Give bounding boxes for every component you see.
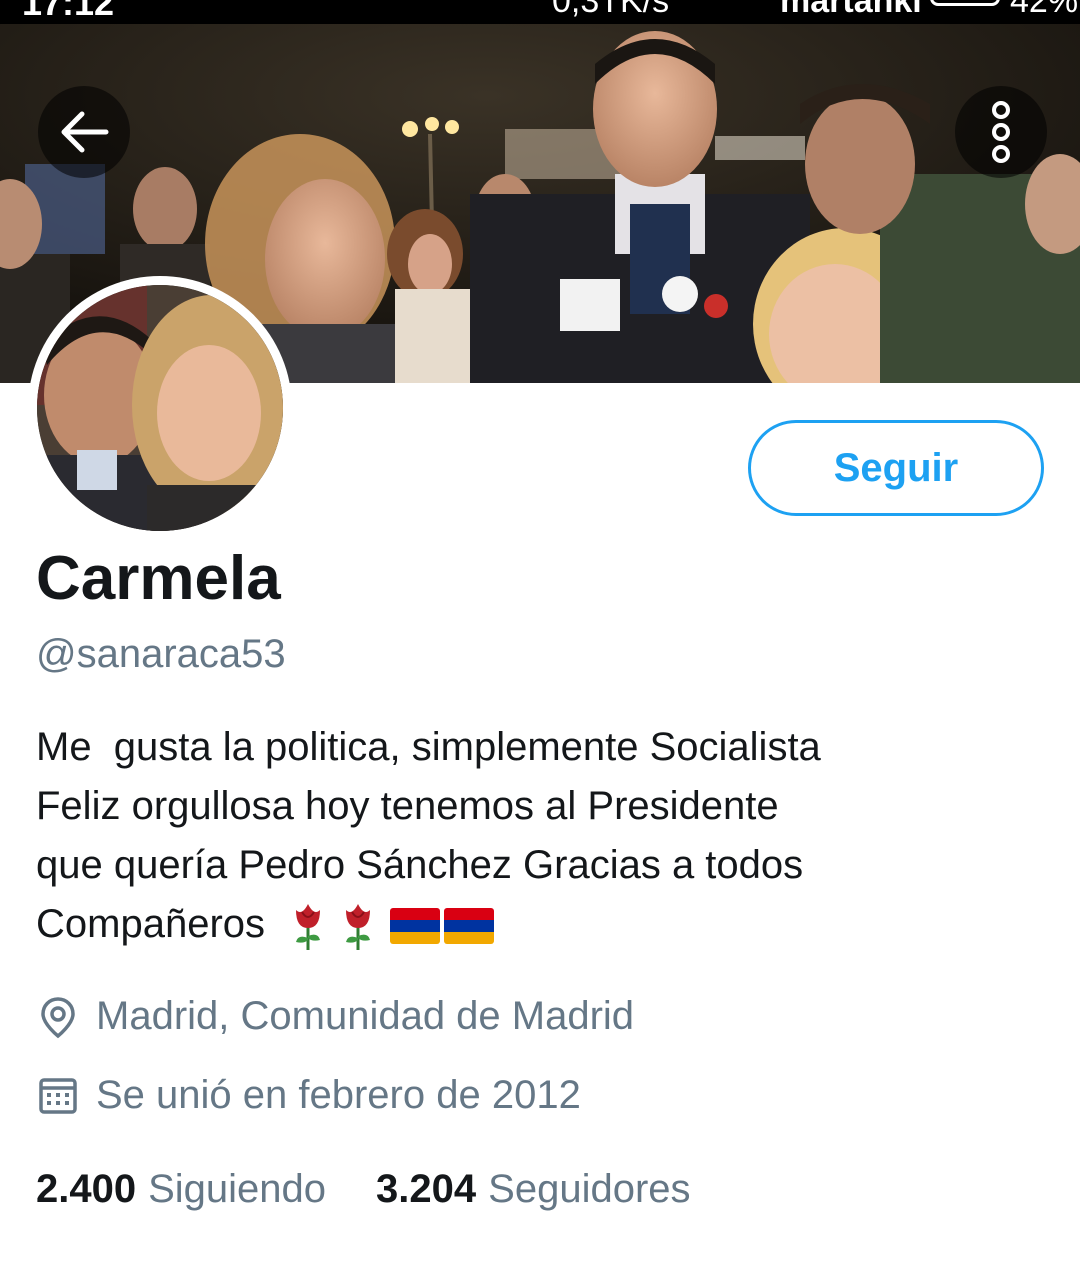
rose-icon [346,904,371,951]
followers-label: Seguidores [488,1167,691,1211]
followers-count: 3.204 [376,1167,477,1211]
profile-stats: 2.400 Siguiendo 3.204 Seguidores [36,1167,691,1212]
followers-stat[interactable]: 3.204 Seguidores [376,1167,690,1212]
flag-armenia-icon [390,908,441,945]
status-battery: 42% [1010,0,1079,20]
joined-text: Se unió en febrero de 2012 [96,1073,581,1117]
bio-line: Me gusta la politica, simplemente Social… [36,725,821,769]
back-button[interactable] [38,86,130,178]
calendar-icon [36,1074,80,1118]
more-options-button[interactable] [955,86,1047,178]
profile-handle: @sanaraca53 [36,632,286,676]
more-vertical-icon [992,101,1010,163]
location-text: Madrid, Comunidad de Madrid [96,994,635,1038]
location-pin-icon [36,995,80,1039]
bio-line: Compañeros [36,902,266,946]
profile-name: Carmela [36,544,281,613]
bio-emojis [290,900,495,952]
avatar-photo [37,285,283,531]
rose-icon [296,904,321,951]
flag-armenia-icon [444,908,495,945]
status-carrier: martanki [780,0,922,20]
profile-bio: Me gusta la politica, simplemente Social… [36,718,1046,954]
following-stat[interactable]: 2.400 Siguiendo [36,1167,326,1212]
avatar[interactable] [28,276,292,540]
following-label: Siguiendo [148,1167,327,1211]
bio-line: que quería Pedro Sánchez Gracias a todos [36,843,804,887]
profile-page: 17:12 0,3TK/s martanki 42% Seguir Carmel… [0,0,1080,1271]
status-network-speed: 0,3TK/s [552,0,670,20]
bio-line: Feliz orgullosa hoy tenemos al President… [36,784,779,828]
following-count: 2.400 [36,1167,137,1211]
profile-joined: Se unió en febrero de 2012 [36,1073,581,1118]
status-bar: 17:12 0,3TK/s martanki 42% [0,0,1080,24]
follow-button[interactable]: Seguir [748,420,1044,516]
status-time: 17:12 [22,0,115,23]
arrow-left-icon [61,111,109,153]
profile-location: Madrid, Comunidad de Madrid [36,994,634,1039]
battery-icon [930,0,1000,6]
